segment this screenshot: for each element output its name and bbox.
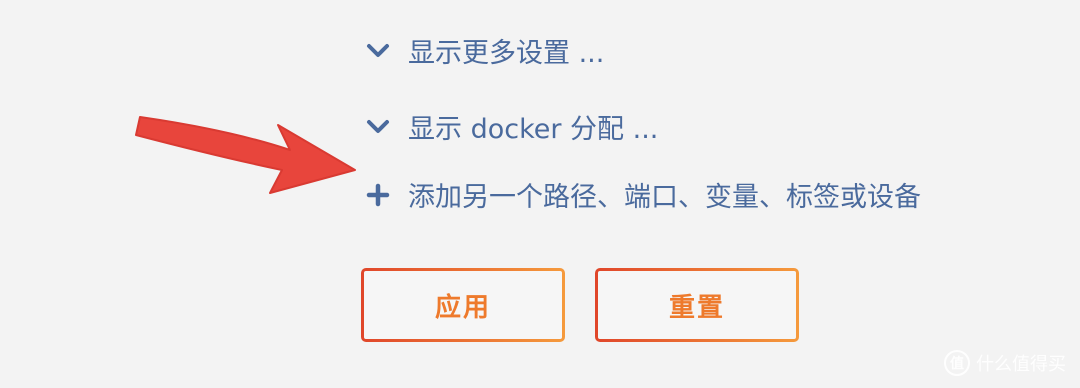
- show-more-settings-link[interactable]: 显示更多设置 ...: [366, 31, 604, 70]
- show-more-settings-label: 显示更多设置 ...: [408, 38, 605, 69]
- add-path-port-variable-label: 添加另一个路径、端口、变量、标签或设备: [408, 182, 921, 213]
- show-docker-allocation-label: 显示 docker 分配 ...: [408, 114, 659, 145]
- plus-icon: [366, 183, 390, 207]
- chevron-down-icon: [366, 39, 390, 63]
- reset-button[interactable]: 重置: [595, 268, 799, 342]
- watermark-logo-icon: 值: [944, 350, 970, 376]
- chevron-down-icon: [366, 115, 390, 139]
- red-arrow-icon: [135, 116, 356, 194]
- show-docker-allocation-link[interactable]: 显示 docker 分配 ...: [366, 107, 658, 146]
- watermark: 值 什么值得买: [944, 350, 1066, 376]
- add-path-port-variable-link[interactable]: 添加另一个路径、端口、变量、标签或设备: [366, 175, 921, 214]
- apply-button[interactable]: 应用: [361, 268, 565, 342]
- watermark-text: 什么值得买: [976, 354, 1066, 375]
